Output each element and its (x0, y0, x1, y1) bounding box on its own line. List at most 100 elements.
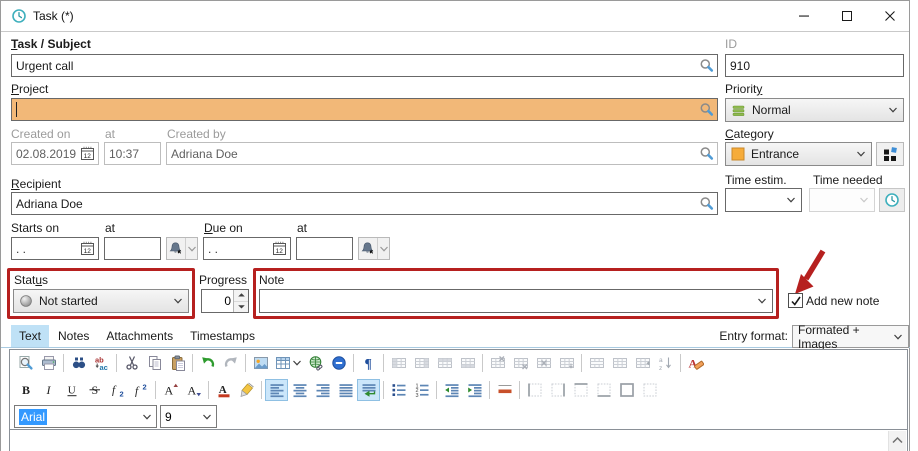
copy-button[interactable] (143, 352, 166, 374)
numbered-list-icon: 123 (414, 382, 430, 398)
align-center-button[interactable] (288, 379, 311, 401)
time-estim-dropdown[interactable] (725, 188, 802, 212)
paste-button[interactable] (166, 352, 189, 374)
print-preview-button[interactable] (14, 352, 37, 374)
starts-reminder-button[interactable] (166, 237, 198, 260)
category-lookup-icon (883, 146, 898, 162)
increase-indent-button[interactable] (463, 379, 486, 401)
font-size-combobox[interactable]: 9 (160, 405, 217, 428)
close-button[interactable] (870, 1, 910, 31)
add-new-note-checkbox[interactable] (788, 293, 803, 308)
align-right-button[interactable] (311, 379, 334, 401)
justify-button[interactable] (334, 379, 357, 401)
strikethrough-button[interactable]: S (83, 379, 106, 401)
due-at-input[interactable] (296, 237, 353, 260)
status-dropdown[interactable]: Not started (13, 289, 189, 313)
svg-text:12: 12 (84, 248, 92, 255)
search-icon[interactable] (699, 196, 714, 211)
spin-down-button[interactable] (234, 302, 248, 313)
entry-format-value: Formated + Images (798, 323, 893, 351)
print-button[interactable] (37, 352, 60, 374)
border-outside-button (615, 379, 638, 401)
search-icon[interactable] (699, 58, 714, 73)
created-by-value: Adriana Doe (171, 147, 699, 161)
border-right-icon (550, 382, 566, 398)
status-value: Not started (39, 294, 98, 308)
insert-row-above-icon (437, 355, 453, 371)
task-subject-input[interactable]: Urgent call (11, 54, 718, 77)
insert-column-left-icon (391, 355, 407, 371)
maximize-icon (842, 11, 852, 21)
editor-text-area[interactable] (10, 429, 907, 451)
starts-at-input[interactable] (104, 237, 161, 260)
category-dropdown[interactable]: Entrance (725, 142, 872, 166)
scroll-up-button[interactable] (889, 431, 906, 448)
delete-columns-icon (513, 355, 529, 371)
chevron-down-icon[interactable] (292, 359, 302, 367)
note-combobox[interactable] (259, 289, 773, 313)
highlight-button[interactable] (235, 379, 258, 401)
decrease-indent-icon (444, 382, 460, 398)
calendar-icon[interactable]: 12 (80, 241, 95, 256)
insert-table-button[interactable] (272, 352, 304, 374)
progress-spinner[interactable]: 0 (201, 289, 249, 313)
tab-notes[interactable]: Notes (50, 325, 97, 347)
calendar-icon[interactable]: 12 (272, 241, 287, 256)
clear-formatting-button[interactable]: A (684, 352, 707, 374)
numbered-list-button[interactable]: 123 (410, 379, 433, 401)
vertical-scrollbar[interactable] (888, 431, 906, 451)
underline-button[interactable]: U (60, 379, 83, 401)
chevron-down-icon (142, 413, 152, 421)
maximize-button[interactable] (827, 1, 867, 31)
grow-font-button[interactable]: A (159, 379, 182, 401)
font-color-button[interactable]: A (212, 379, 235, 401)
bullet-list-icon (391, 382, 407, 398)
hyperlink-icon (308, 355, 324, 371)
chevron-down-icon[interactable] (185, 238, 197, 259)
bold-button[interactable]: B (14, 379, 37, 401)
chevron-down-icon (786, 196, 796, 204)
chevron-down-icon[interactable] (377, 238, 389, 259)
decrease-indent-button[interactable] (440, 379, 463, 401)
cut-button[interactable] (120, 352, 143, 374)
font-name-combobox[interactable]: Arial (14, 405, 157, 428)
subscript-button[interactable]: f2 (106, 379, 129, 401)
tab-text[interactable]: Text (11, 325, 49, 347)
italic-button[interactable]: I (37, 379, 60, 401)
table-properties-icon (635, 355, 651, 371)
minimize-button[interactable] (784, 1, 824, 31)
formatting-marks-button[interactable]: ¶ (357, 352, 380, 374)
superscript-button[interactable]: f2 (129, 379, 152, 401)
id-input[interactable]: 910 (725, 54, 904, 77)
toolbar-separator (519, 381, 520, 399)
insert-image-button[interactable] (249, 352, 272, 374)
undo-button[interactable] (196, 352, 219, 374)
entry-format-dropdown[interactable]: Formated + Images (792, 325, 909, 348)
tab-timestamps[interactable]: Timestamps (182, 325, 263, 347)
horizontal-rule-button[interactable] (493, 379, 516, 401)
starts-on-input[interactable]: . . 12 (11, 237, 99, 260)
priority-icon (731, 103, 746, 118)
search-icon[interactable] (699, 102, 714, 117)
insert-table-icon (275, 355, 291, 371)
due-reminder-button[interactable] (358, 237, 390, 260)
category-lookup-button[interactable] (876, 142, 904, 166)
priority-dropdown[interactable]: Normal (725, 98, 904, 122)
align-left-button[interactable] (265, 379, 288, 401)
find-button[interactable] (67, 352, 90, 374)
hyperlink-button[interactable] (304, 352, 327, 374)
delete-rows-button (486, 352, 509, 374)
replace-button[interactable]: abac (90, 352, 113, 374)
due-on-input[interactable]: . . 12 (203, 237, 291, 260)
status-icon (19, 294, 33, 308)
tab-attachments[interactable]: Attachments (98, 325, 181, 347)
shrink-font-button[interactable]: A (182, 379, 205, 401)
special-symbol-button[interactable] (327, 352, 350, 374)
delete-cells-button (532, 352, 555, 374)
bullet-list-button[interactable] (387, 379, 410, 401)
recipient-input[interactable]: Adriana Doe (11, 192, 718, 215)
text-direction-button[interactable] (357, 379, 380, 401)
find-icon (71, 355, 87, 371)
project-input[interactable] (11, 98, 718, 121)
spin-up-button[interactable] (234, 290, 248, 302)
